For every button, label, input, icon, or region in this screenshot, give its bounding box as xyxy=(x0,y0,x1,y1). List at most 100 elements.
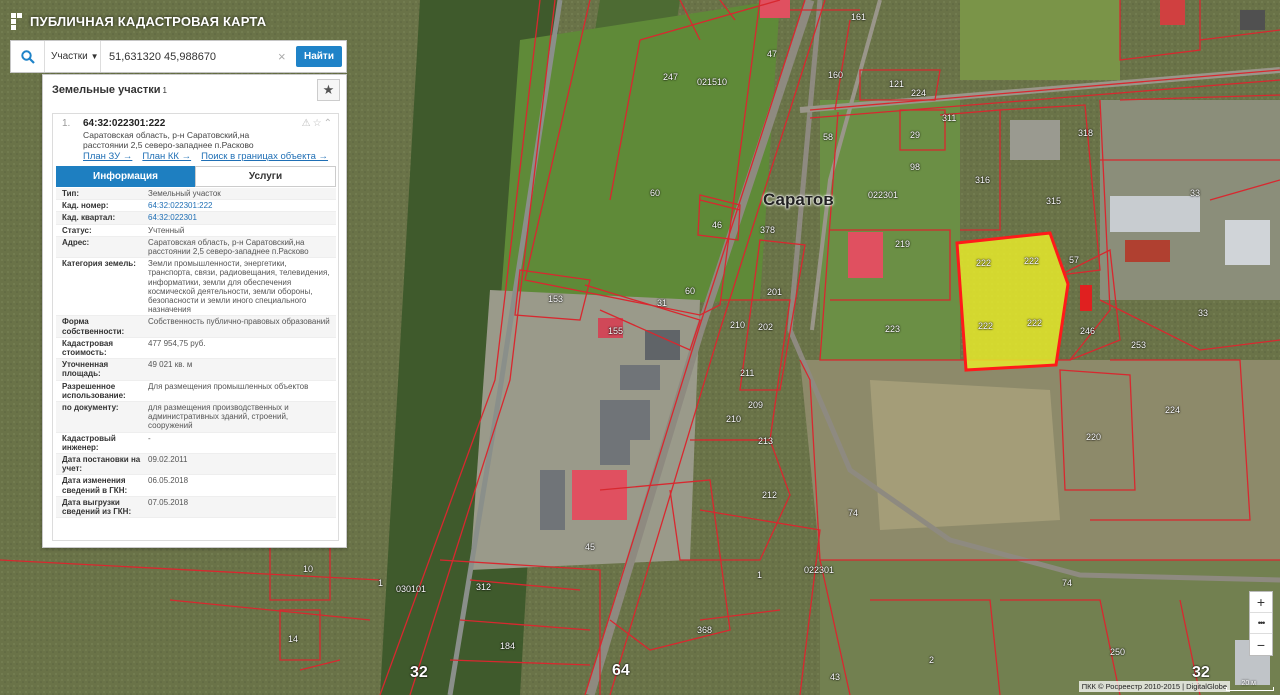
results-panel: Земельные участки 1 ★ 1. 64:32:022301:222… xyxy=(42,74,347,548)
map-number-label: 46 xyxy=(712,220,723,230)
card-links: План ЗУ → План КК → Поиск в границах объ… xyxy=(83,151,328,162)
highway-label-32-right: 32 xyxy=(1192,664,1210,681)
map-number-label: 33 xyxy=(1190,188,1201,198)
map-number-label: 246 xyxy=(1080,326,1096,336)
info-row-registered-date: Дата постановки на учет: 09.02.2011 xyxy=(56,454,336,476)
map-number-label: 022301 xyxy=(868,190,899,200)
plan-kk-link[interactable]: План КК → xyxy=(142,151,191,162)
info-row-address: Адрес: Саратовская область, р-н Саратовск… xyxy=(56,236,336,259)
info-row-export-date: Дата выгрузки сведений из ГКН: 07.05.2018 xyxy=(56,496,336,519)
card-icons: ⚠ ☆ ⌃ xyxy=(302,118,332,129)
search-in-bounds-link[interactable]: Поиск в границах объекта → xyxy=(201,151,328,162)
search-input[interactable]: 51,631320 45,988670 xyxy=(101,41,278,72)
map-number-label: 161 xyxy=(851,12,867,22)
info-row-status: Статус: Учтенный xyxy=(56,225,336,237)
city-label: Саратов xyxy=(763,190,834,209)
map-number-label: 33 xyxy=(1198,308,1209,318)
panel-title: Земельные участки xyxy=(52,84,161,96)
find-button[interactable]: Найти xyxy=(296,46,342,67)
info-table: Тип: Земельный участок Кад. номер: 64:32:0… xyxy=(56,188,336,519)
map-number-label: 368 xyxy=(697,625,713,635)
map-number-label: 030101 xyxy=(396,584,427,594)
info-row-by-document: по документу: для размещения производстве… xyxy=(56,402,336,433)
map-number-label: 153 xyxy=(548,294,564,304)
map-number-label: 213 xyxy=(758,436,774,446)
map-attribution: ПКК © Росреестр 2010-2015 | DigitalGlobe xyxy=(1078,681,1230,692)
map-number-label: 1 xyxy=(757,570,763,580)
map-number-label: 210 xyxy=(730,320,746,330)
zoom-in-button[interactable]: + xyxy=(1250,592,1272,613)
info-row-changed-date: Дата изменения сведений в ГКН: 06.05.2018 xyxy=(56,475,336,497)
map-number-label: 312 xyxy=(476,582,492,592)
map-number-label: 58 xyxy=(823,132,834,142)
zoom-out-button[interactable]: − xyxy=(1250,634,1272,655)
map-number-label: 60 xyxy=(685,286,696,296)
search-icon[interactable] xyxy=(11,41,45,72)
map-number-label: 021510 xyxy=(697,77,728,87)
map-number-label: 121 xyxy=(889,79,905,89)
chevron-down-icon: ▼ xyxy=(90,52,99,61)
card-cadastral-number[interactable]: 64:32:022301:222 xyxy=(83,118,165,129)
tab-information[interactable]: Информация xyxy=(56,166,195,187)
map-number-label: 29 xyxy=(910,130,921,140)
card-tabs: Информация Услуги xyxy=(56,166,336,187)
selected-parcel xyxy=(955,231,1070,372)
map-number-label: 2 xyxy=(929,655,935,665)
map-number-label: 98 xyxy=(910,162,921,172)
map-number-label: 212 xyxy=(762,490,778,500)
map-number-label: 219 xyxy=(895,239,911,249)
map-number-label: 223 xyxy=(885,324,901,334)
map-number-label: 155 xyxy=(608,326,624,336)
map-number-label: 220 xyxy=(1086,432,1102,442)
map-number-label: 47 xyxy=(767,49,778,59)
star-outline-icon[interactable]: ☆ xyxy=(313,118,322,129)
map-number-label: 43 xyxy=(830,672,841,682)
info-row-ownership: Форма собственности: Собственность публич… xyxy=(56,316,336,338)
highway-label-64: 64 xyxy=(612,662,630,679)
map-number-label: 378 xyxy=(760,225,776,235)
map-number-label: 74 xyxy=(1062,578,1073,588)
map-number-label: 224 xyxy=(911,88,927,98)
parcel-card: 1. 64:32:022301:222 Саратовская область,… xyxy=(52,113,339,541)
warning-icon[interactable]: ⚠ xyxy=(302,118,311,129)
info-row-type: Тип: Земельный участок xyxy=(56,188,336,201)
map-number-label: 57 xyxy=(1069,255,1080,265)
map-number-label: 209 xyxy=(748,400,764,410)
info-row-cadastral-value: Кадастровая стоимость: 477 954,75 руб. xyxy=(56,338,336,360)
map-number-label: 210 xyxy=(726,414,742,424)
chevron-up-icon[interactable]: ⌃ xyxy=(324,118,332,129)
clear-icon[interactable]: × xyxy=(278,49,292,64)
map-number-label: 316 xyxy=(975,175,991,185)
favorite-star-button[interactable]: ★ xyxy=(317,79,340,101)
star-icon: ★ xyxy=(322,82,335,97)
map-number-label: 247 xyxy=(663,72,679,82)
plan-zu-link[interactable]: План ЗУ → xyxy=(83,151,132,162)
map-number-label: 160 xyxy=(828,70,844,80)
map-number-label: 60 xyxy=(650,188,661,198)
parcel-label: 222 xyxy=(976,258,992,268)
map-number-label: 31 xyxy=(657,298,668,308)
map-number-label: 253 xyxy=(1131,340,1147,350)
panel-heading: Земельные участки 1 xyxy=(43,75,346,105)
map-number-label: 1 xyxy=(378,578,384,588)
map-number-label: 14 xyxy=(288,634,299,644)
zoom-level-dots[interactable]: ••• xyxy=(1250,613,1272,634)
scale-label: 20 м xyxy=(1241,680,1256,687)
layer-select[interactable]: Участки ▼ xyxy=(45,41,101,72)
info-row-land-category: Категория земель: Земли промышленности, э… xyxy=(56,258,336,317)
card-address: Саратовская область, р-н Саратовский,на … xyxy=(83,130,254,150)
pkk-logo-icon xyxy=(11,13,22,30)
map-number-label: 45 xyxy=(585,542,596,552)
scale-bar xyxy=(1226,687,1274,691)
info-row-permitted-use: Разрешенное использование: Для размещения… xyxy=(56,381,336,403)
parcel-label: 222 xyxy=(1027,318,1043,328)
map-number-label: 201 xyxy=(767,287,783,297)
map-number-label: 318 xyxy=(1078,128,1094,138)
app-title: ПУБЛИЧНАЯ КАДАСТРОВАЯ КАРТА xyxy=(30,13,267,29)
tab-services[interactable]: Услуги xyxy=(195,166,336,187)
layer-select-value: Участки xyxy=(51,51,88,62)
map-number-label: 202 xyxy=(758,322,774,332)
map-number-label: 224 xyxy=(1165,405,1181,415)
search-bar: Участки ▼ 51,631320 45,988670 × Найти xyxy=(10,40,347,73)
card-index: 1. xyxy=(62,118,71,129)
